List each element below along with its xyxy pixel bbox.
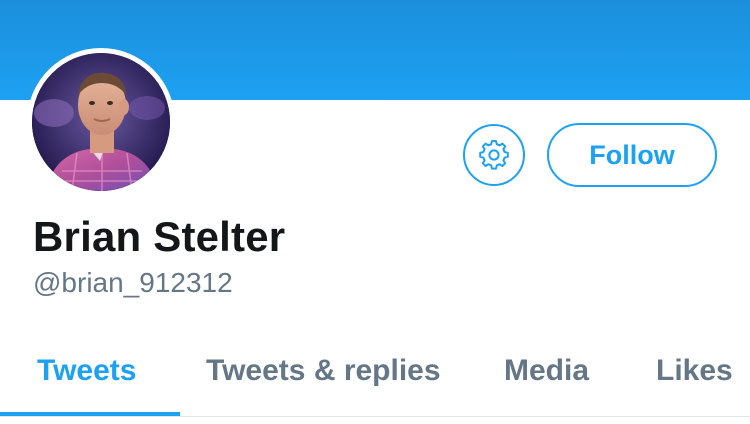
avatar[interactable]	[32, 53, 170, 191]
follow-button[interactable]: Follow	[547, 123, 717, 187]
profile-handle: @brian_912312	[33, 267, 233, 298]
tabs-divider	[0, 416, 750, 417]
gear-icon	[479, 140, 509, 170]
tab-media[interactable]: Media	[504, 354, 589, 388]
tab-likes[interactable]: Likes	[656, 354, 733, 388]
tab-tweets-and-replies[interactable]: Tweets & replies	[206, 354, 441, 388]
avatar-photo	[32, 53, 170, 191]
settings-button[interactable]	[463, 124, 525, 186]
profile-display-name: Brian Stelter	[33, 213, 286, 260]
profile-tabs: Tweets Tweets & replies Media Likes	[0, 340, 750, 416]
tab-tweets[interactable]: Tweets	[37, 354, 136, 388]
